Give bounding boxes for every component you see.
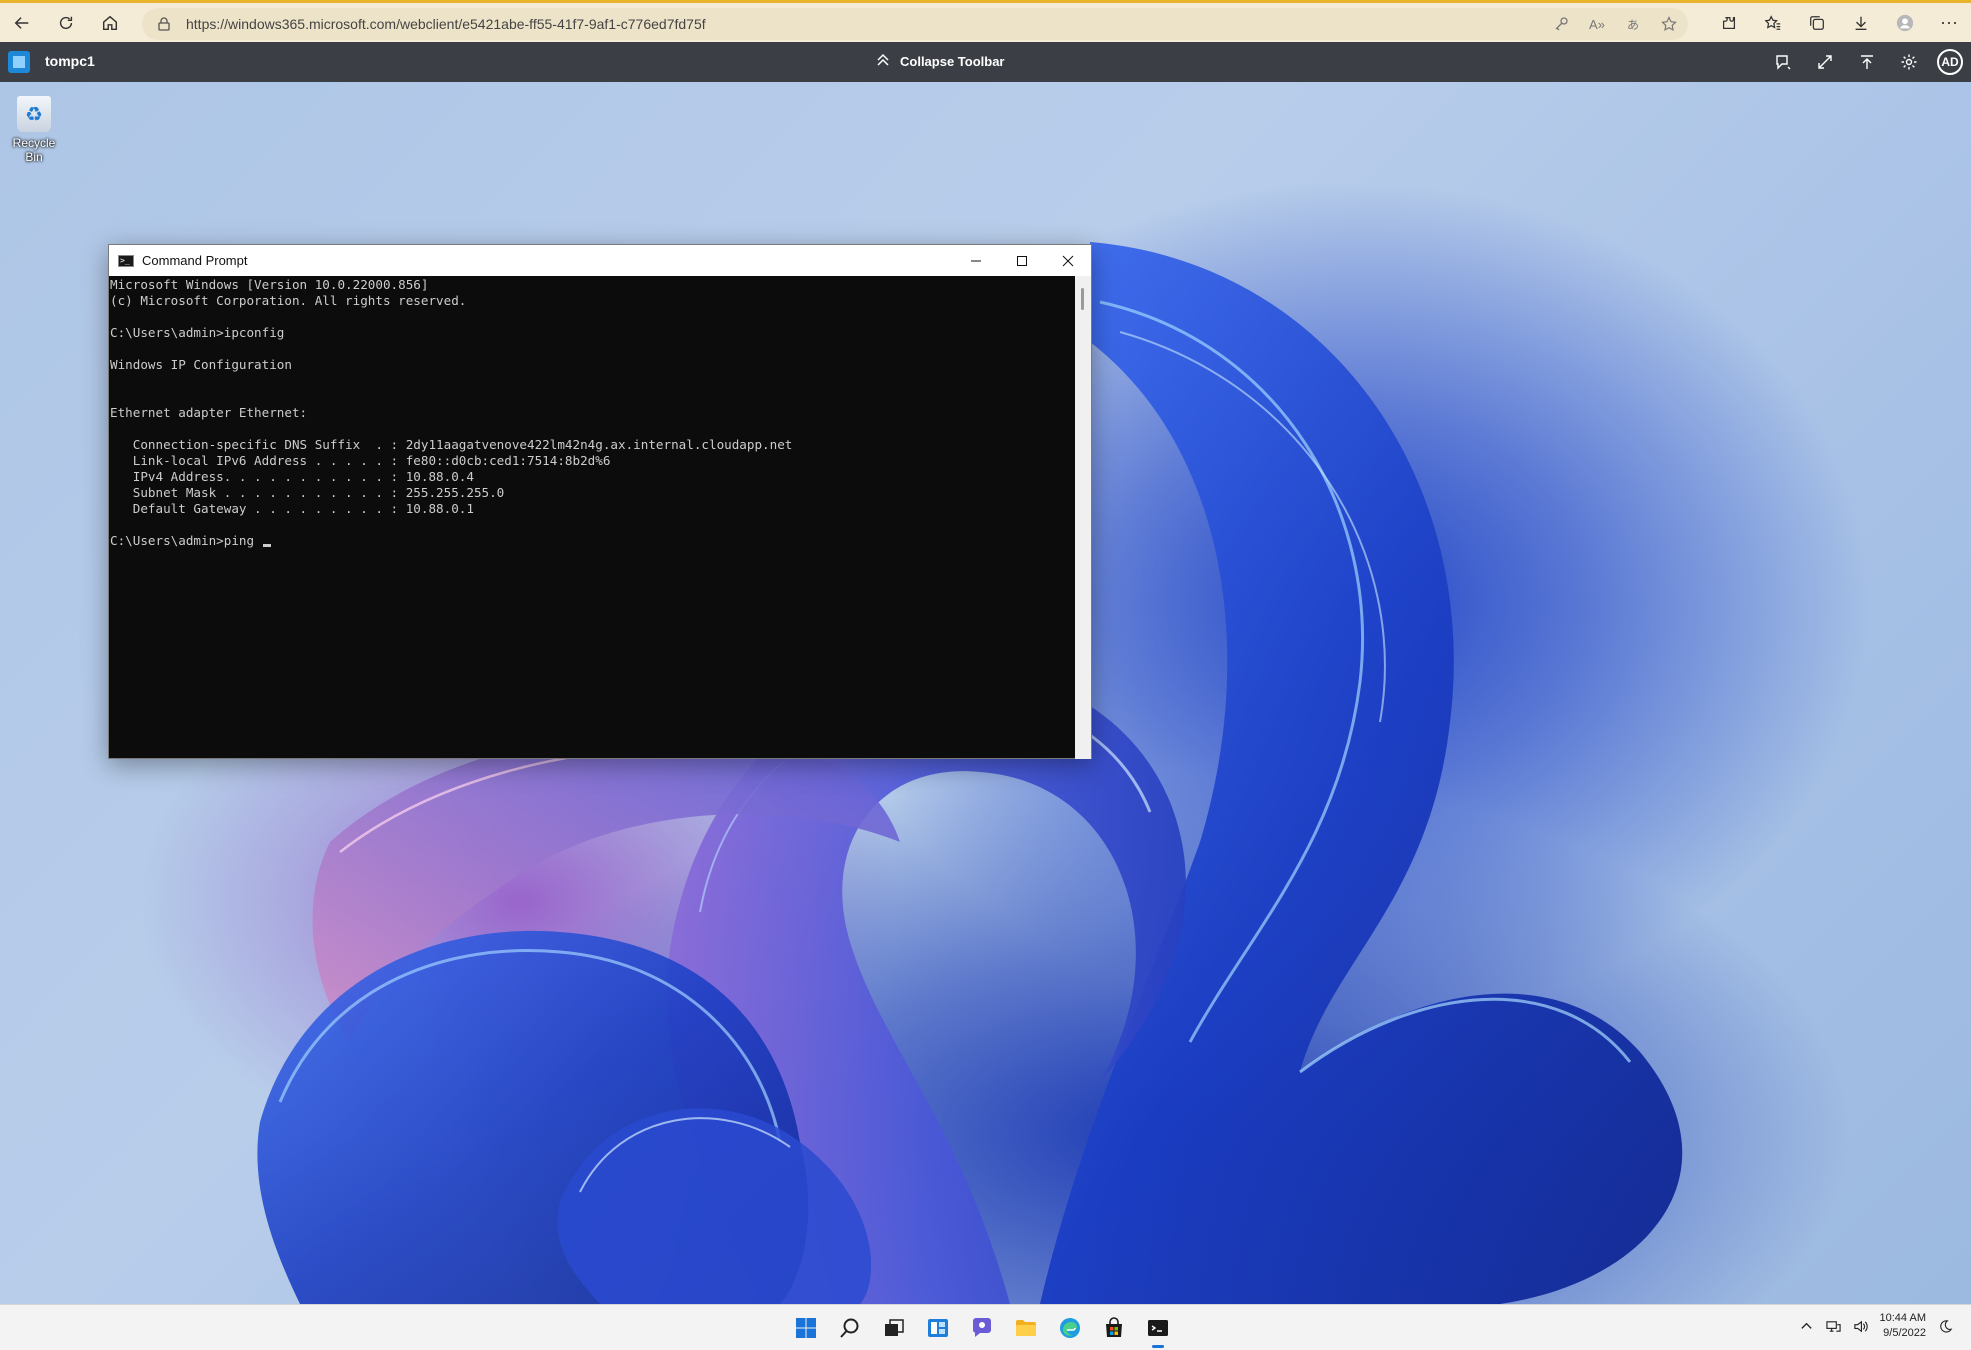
command-prompt-window[interactable]: >_ Command Prompt Microsoft Windows [Ver… [108,244,1092,759]
notifications-icon[interactable] [1938,1319,1953,1334]
store-icon[interactable] [1098,1312,1130,1344]
start-icon[interactable] [790,1312,822,1344]
read-aloud-icon[interactable]: A» [1588,15,1606,33]
console-line: Default Gateway . . . . . . . . . : 10.8… [110,501,474,516]
minimize-button[interactable] [953,245,999,276]
close-button[interactable] [1045,245,1091,276]
recycle-bin[interactable]: Recycle Bin [4,96,64,164]
console-line: C:\Users\admin>ipconfig [110,325,285,340]
file-explorer-icon[interactable] [1010,1312,1042,1344]
volume-icon[interactable] [1853,1319,1868,1334]
clock-date: 9/5/2022 [1883,1327,1926,1339]
pc-name: tompc1 [45,53,95,69]
console-line: (c) Microsoft Corporation. All rights re… [110,293,467,308]
console-line: Link-local IPv6 Address . . . . . : fe80… [110,453,611,468]
translate-icon[interactable]: あ [1624,15,1642,33]
command-prompt-icon: >_ [118,254,134,267]
collapse-toolbar-label: Collapse Toolbar [900,54,1005,69]
taskbar: 10:44 AM 9/5/2022 [0,1304,1971,1350]
maximize-button[interactable] [999,245,1045,276]
window-title: Command Prompt [142,253,248,268]
lock-icon[interactable] [156,16,172,32]
console-line: Ethernet adapter Ethernet: [110,405,308,420]
chat-icon[interactable] [966,1312,998,1344]
network-icon[interactable] [1825,1319,1841,1334]
console-line: Microsoft Windows [Version 10.0.22000.85… [110,277,429,292]
key-icon[interactable] [1552,15,1570,33]
recycle-bin-icon[interactable] [17,96,51,132]
collections-icon[interactable] [1795,4,1839,42]
task-view-icon[interactable] [878,1312,910,1344]
collapse-toolbar-button[interactable]: Collapse Toolbar [874,51,1005,72]
settings-icon[interactable] [1895,46,1923,78]
address-bar[interactable]: https://windows365.microsoft.com/webclie… [142,8,1688,40]
window-titlebar[interactable]: >_ Command Prompt [109,245,1091,276]
avatar[interactable]: AD [1937,49,1963,75]
scrollbar-thumb[interactable] [1081,288,1084,310]
console-line: Subnet Mask . . . . . . . . . . . : 255.… [110,485,505,500]
clock-time: 10:44 AM [1879,1312,1926,1324]
search-icon[interactable] [834,1312,866,1344]
console-line: Connection-specific DNS Suffix . : 2dy11… [110,437,793,452]
upload-icon[interactable] [1853,46,1881,78]
downloads-icon[interactable] [1839,4,1883,42]
back-icon[interactable] [0,4,44,42]
profile-icon[interactable] [1883,4,1927,42]
remote-logo-icon [8,51,30,73]
edge-icon[interactable] [1054,1312,1086,1344]
chevron-up-icon[interactable] [1799,1319,1814,1334]
url-text[interactable]: https://windows365.microsoft.com/webclie… [186,16,706,32]
more-icon[interactable]: ··· [1927,4,1971,42]
vertical-scrollbar[interactable] [1075,276,1091,759]
console-output[interactable]: Microsoft Windows [Version 10.0.22000.85… [110,276,1075,758]
remote-toolbar: tompc1 Collapse Toolbar AD [0,42,1971,82]
extensions-icon[interactable] [1707,4,1751,42]
refresh-icon[interactable] [44,4,88,42]
text-cursor [263,544,272,547]
chevron-up-icon [874,51,892,72]
fullscreen-icon[interactable] [1811,46,1839,78]
terminal-icon[interactable] [1142,1312,1174,1348]
clock[interactable]: 10:44 AM 9/5/2022 [1880,1311,1926,1341]
favorites-icon[interactable] [1751,4,1795,42]
widgets-icon[interactable] [922,1312,954,1344]
home-icon[interactable] [88,4,132,42]
desktop: Recycle Bin >_ Command Prompt Microsoft … [0,82,1971,1304]
console-line: C:\Users\admin>ping [110,533,1075,549]
console-line: IPv4 Address. . . . . . . . . . . : 10.8… [110,469,474,484]
feedback-icon[interactable] [1769,46,1797,78]
recycle-bin-label: Recycle Bin [12,136,56,164]
console-line: Windows IP Configuration [110,357,292,372]
favorite-add-icon[interactable] [1660,15,1678,33]
browser-toolbar: https://windows365.microsoft.com/webclie… [0,0,1971,42]
